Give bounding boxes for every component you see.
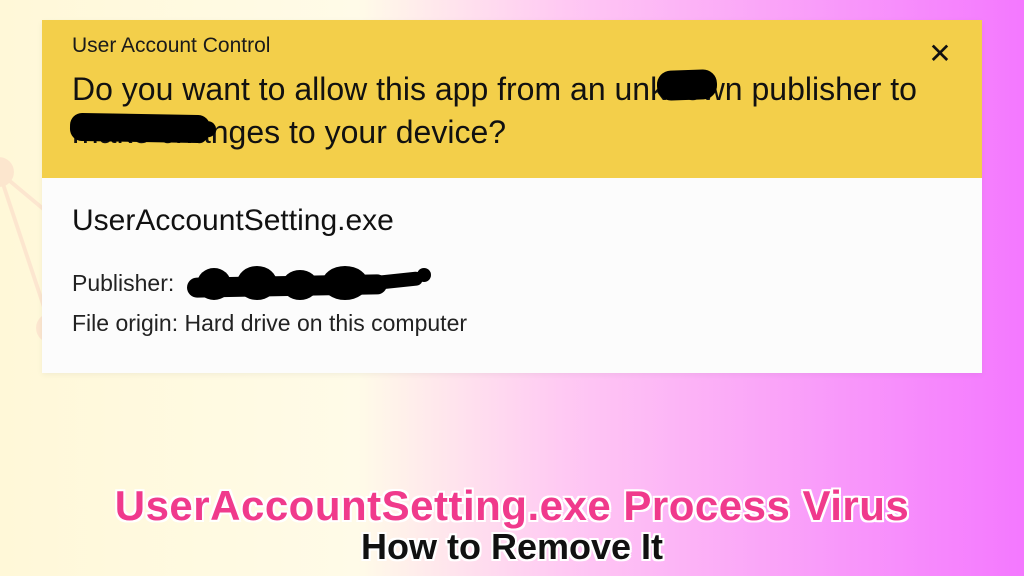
uac-header: User Account Control ✕ Do you want to al… [42,20,982,178]
uac-title: User Account Control [72,34,952,58]
uac-prompt-text: Do you want to allow this app from an un… [72,68,952,154]
close-button[interactable]: ✕ [924,38,956,70]
close-icon: ✕ [928,38,951,69]
file-origin-value: Hard drive on this computer [185,310,468,336]
thumbnail-caption: UserAccountSetting.exe Process Virus How… [0,482,1024,568]
uac-dialog: User Account Control ✕ Do you want to al… [42,20,982,373]
app-name: UserAccountSetting.exe [72,204,952,238]
caption-line-1: UserAccountSetting.exe Process Virus [0,482,1024,530]
redaction-mark [656,69,717,101]
thumbnail-background: User Account Control ✕ Do you want to al… [0,0,1024,576]
file-origin-line: File origin: Hard drive on this computer [72,310,952,337]
caption-line-2: How to Remove It [0,526,1024,568]
file-origin-label: File origin: [72,310,178,336]
publisher-label: Publisher: [72,270,174,296]
redaction-mark [70,113,210,143]
uac-body: UserAccountSetting.exe Publisher: File o… [42,178,982,373]
publisher-line: Publisher: [72,268,952,302]
redaction-mark [187,268,437,302]
